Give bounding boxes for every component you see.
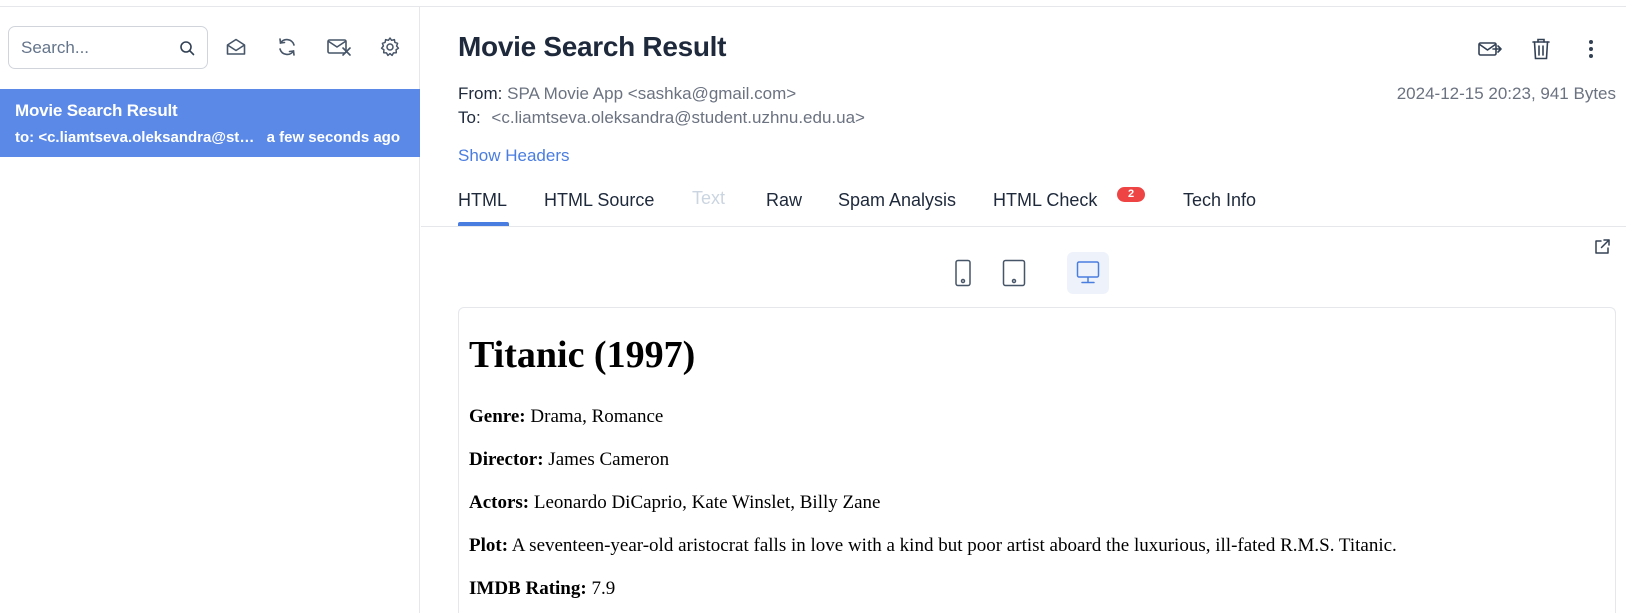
plot-value: A seventeen-year-old aristocrat falls in… [511,535,1397,556]
tab-html[interactable]: HTML [458,190,507,211]
rating-label: IMDB Rating: [469,578,587,599]
tab-tech-info[interactable]: Tech Info [1183,190,1256,211]
html-preview-frame: Titanic (1997) Genre: Drama, Romance Dir… [458,307,1616,613]
refresh-icon[interactable] [272,32,302,62]
view-tabs: HTML HTML Source Text Raw Spam Analysis … [421,177,1626,227]
director-value: James Cameron [548,449,670,470]
director-label: Director: [469,449,544,470]
to-row: To: <c.liamtseva.oleksandra@student.uzhn… [458,108,865,128]
more-vertical-icon[interactable] [1577,35,1605,63]
from-label: From: [458,84,503,103]
open-external-icon[interactable] [1590,235,1614,259]
tab-text[interactable]: Text [692,188,725,209]
tab-raw[interactable]: Raw [766,190,802,211]
from-row: From: SPA Movie App <sashka@gmail.com> [458,84,796,104]
desktop-icon[interactable] [1067,252,1109,294]
active-tab-indicator [458,222,509,226]
preview-director: Director: James Cameron [469,449,669,471]
genre-label: Genre: [469,406,526,427]
mark-all-read-icon[interactable] [221,32,251,62]
search-box [8,26,208,69]
search-icon[interactable] [177,38,197,58]
preview-actors: Actors: Leonardo DiCaprio, Kate Winslet,… [469,492,881,514]
preview-rating: IMDB Rating: 7.9 [469,578,615,600]
genre-value: Drama, Romance [530,406,664,427]
preview-genre: Genre: Drama, Romance [469,406,663,428]
rating-value: 7.9 [591,578,616,599]
phone-icon[interactable] [942,252,984,294]
preview-heading: Titanic (1997) [469,334,696,376]
trash-icon[interactable] [1527,35,1555,63]
actors-value: Leonardo DiCaprio, Kate Winslet, Billy Z… [533,492,881,513]
date-size: 2024-12-15 20:23, 941 Bytes [1396,84,1616,103]
message-title: Movie Search Result [458,31,727,62]
message-list-sidebar: Movie Search Result to: <c.liamtseva.ole… [0,7,420,613]
search-input[interactable] [21,36,171,60]
tab-html-source[interactable]: HTML Source [544,190,654,211]
to-value: <c.liamtseva.oleksandra@student.uzhnu.ed… [491,108,865,127]
delete-all-mail-icon[interactable] [324,32,354,62]
from-value: SPA Movie App <sashka@gmail.com> [507,84,797,103]
actors-label: Actors: [469,492,530,513]
message-list-item[interactable]: Movie Search Result to: <c.liamtseva.ole… [0,89,420,157]
forward-icon[interactable] [1476,35,1504,63]
show-headers-link[interactable]: Show Headers [458,146,570,166]
message-view: Movie Search Result From: SPA Movie App … [421,7,1626,613]
to-label: To: [458,108,481,127]
settings-icon[interactable] [375,32,405,62]
tab-html-check[interactable]: HTML Check [993,190,1097,211]
message-subject: Movie Search Result [15,101,178,120]
message-recipient: to: <c.liamtseva.oleksandra@student.uzhn… [15,129,260,146]
tablet-icon[interactable] [993,252,1035,294]
html-check-badge: 2 [1117,187,1145,202]
message-time: a few seconds ago [266,129,400,146]
plot-label: Plot: [469,535,509,556]
preview-plot: Plot: A seventeen-year-old aristocrat fa… [469,535,1397,557]
tab-spam-analysis[interactable]: Spam Analysis [838,190,956,211]
